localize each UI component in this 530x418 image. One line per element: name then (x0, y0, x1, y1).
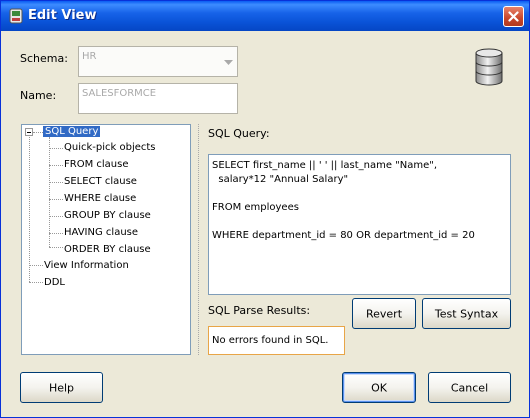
help-button-label: Help (48, 381, 75, 394)
test-syntax-button-label: Test Syntax (434, 307, 499, 320)
ok-button[interactable]: OK (342, 372, 416, 403)
cancel-button-label: Cancel (450, 381, 489, 394)
sql-parse-results-label: SQL Parse Results: (208, 304, 311, 317)
panel-divider (198, 124, 199, 355)
tree-item-select-clause[interactable]: SELECT clause (64, 176, 137, 187)
tree-item-view-information[interactable]: View Information (44, 260, 129, 271)
tree-item-group-by-clause[interactable]: GROUP BY clause (64, 210, 151, 221)
sql-line (212, 215, 507, 229)
test-syntax-button[interactable]: Test Syntax (422, 298, 511, 329)
tree-item-where-clause[interactable]: WHERE clause (64, 193, 136, 204)
sql-line: salary*12 "Annual Salary" (212, 174, 349, 185)
navigation-tree: SQL Query Quick-pick objects FROM clause… (21, 124, 191, 355)
title-bar[interactable]: Edit View (1, 1, 529, 31)
app-icon (9, 8, 23, 24)
sql-line: WHERE department_id = 80 OR department_i… (212, 230, 475, 241)
edit-view-dialog: Edit View Schema: HR Name: SALESFORMCE S… (0, 0, 530, 418)
name-label: Name: (20, 89, 57, 102)
ok-button-label: OK (371, 381, 387, 394)
database-icon (475, 48, 503, 86)
window-title: Edit View (28, 8, 97, 23)
name-input[interactable]: SALESFORMCE (78, 83, 238, 114)
revert-button-label: Revert (365, 307, 403, 320)
sql-query-editor[interactable]: SELECT first_name || ' ' || last_name "N… (208, 154, 511, 295)
schema-combobox[interactable]: HR (78, 46, 238, 77)
help-button[interactable]: Help (20, 372, 103, 403)
schema-value: HR (82, 51, 97, 62)
schema-label: Schema: (20, 52, 68, 65)
name-value: SALESFORMCE (82, 88, 157, 99)
sql-parse-results: No errors found in SQL. (208, 326, 345, 355)
close-icon (508, 11, 519, 22)
sql-query-label: SQL Query: (208, 127, 270, 140)
sql-line: SELECT first_name || ' ' || last_name "N… (212, 160, 438, 171)
tree-item-sql-query[interactable]: SQL Query (43, 126, 101, 137)
tree-item-ddl[interactable]: DDL (44, 277, 65, 288)
tree-item-having-clause[interactable]: HAVING clause (64, 227, 138, 238)
close-button[interactable] (503, 6, 524, 27)
cancel-button[interactable]: Cancel (428, 372, 511, 403)
collapse-toggle[interactable] (25, 128, 33, 136)
chevron-down-icon (224, 60, 233, 65)
tree-item-order-by-clause[interactable]: ORDER BY clause (64, 244, 151, 255)
sql-line (212, 187, 507, 201)
tree-item-quick-pick[interactable]: Quick-pick objects (64, 142, 156, 153)
tree-item-from-clause[interactable]: FROM clause (64, 159, 128, 170)
sql-line: FROM employees (212, 202, 299, 213)
revert-button[interactable]: Revert (352, 298, 416, 329)
